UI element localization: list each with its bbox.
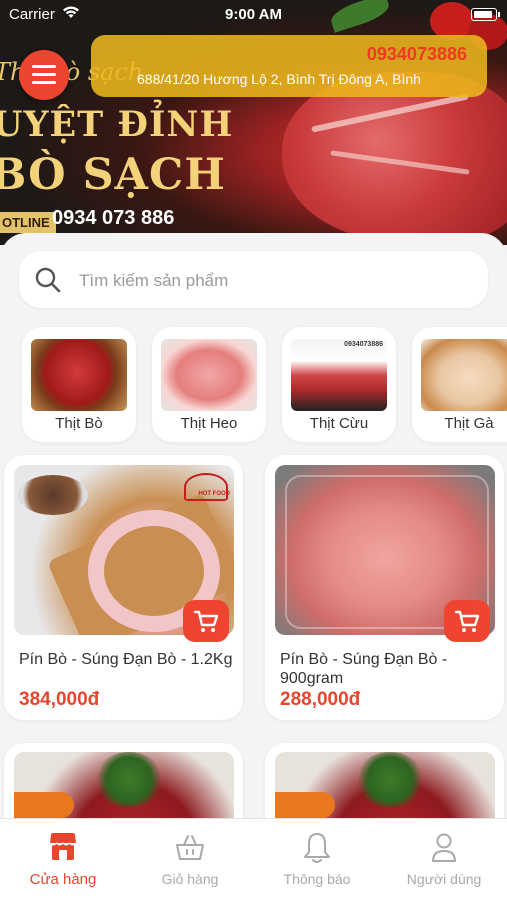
cart-icon xyxy=(193,610,219,632)
store-icon xyxy=(49,833,77,860)
search-icon xyxy=(35,267,61,293)
banner-hotline-tag: OTLINE xyxy=(0,212,56,233)
category-label: Thịt Heo xyxy=(180,415,238,432)
product-card[interactable]: Pín Bò - Súng Đạn Bò - 900gram 288,000đ xyxy=(265,455,504,720)
search-input[interactable] xyxy=(77,265,471,297)
category-thit-ga[interactable]: Thịt Gà xyxy=(412,327,507,442)
category-image xyxy=(161,339,257,411)
category-thit-bo[interactable]: Thịt Bò xyxy=(22,327,136,442)
category-label: Thịt Bò xyxy=(55,415,103,432)
store-phone[interactable]: 0934073886 xyxy=(367,44,467,65)
clock: 9:00 AM xyxy=(225,6,282,23)
basket-icon xyxy=(176,835,204,860)
menu-button[interactable] xyxy=(19,50,69,100)
user-icon xyxy=(432,833,456,862)
battery-icon xyxy=(471,8,500,21)
tab-label: Cửa hàng xyxy=(29,871,97,888)
bell-icon xyxy=(304,833,330,863)
category-image xyxy=(31,339,127,411)
tab-cart[interactable]: Giỏ hàng xyxy=(127,819,253,901)
add-to-cart-button[interactable] xyxy=(183,600,229,642)
category-image: 0934073886 xyxy=(291,339,387,411)
product-name: Pín Bò - Súng Đạn Bò - 1.2Kg xyxy=(19,651,233,668)
store-address: 688/41/20 Hương Lộ 2, Bình Trị Đông A, B… xyxy=(137,71,421,87)
main-content: Thịt Bò Thịt Heo 0934073886 Thịt Cừu Thị… xyxy=(0,233,507,833)
product-price: 288,000đ xyxy=(280,689,361,710)
tab-label: Giỏ hàng xyxy=(161,871,219,887)
category-label: Thịt Cừu xyxy=(309,415,369,432)
banner-headline-1: UYỆT ĐỈNH xyxy=(0,104,234,145)
category-thit-heo[interactable]: Thịt Heo xyxy=(152,327,266,442)
product-image-text: HOT FOOD xyxy=(198,491,230,497)
banner-headline-2: BÒ SẠCH xyxy=(0,150,226,200)
search-bar[interactable] xyxy=(19,251,488,308)
add-to-cart-button[interactable] xyxy=(444,600,490,642)
cart-icon xyxy=(454,610,480,632)
product-price: 384,000đ xyxy=(19,689,100,710)
product-name: Pín Bò - Súng Đạn Bò - 900gram xyxy=(280,651,448,687)
tab-notifications[interactable]: Thông báo xyxy=(254,819,380,901)
tab-user[interactable]: Người dùng xyxy=(381,819,507,901)
tab-label: Người dùng xyxy=(406,871,482,887)
tab-store[interactable]: Cửa hàng xyxy=(0,819,126,901)
category-image-text: 0934073886 xyxy=(344,341,383,348)
category-label: Thịt Gà xyxy=(444,415,494,432)
hamburger-icon xyxy=(32,65,56,68)
category-thit-cuu[interactable]: 0934073886 Thịt Cừu xyxy=(282,327,396,442)
banner-hotline-number: 0934 073 886 xyxy=(52,207,175,229)
category-image xyxy=(421,339,507,411)
banner-beef-image xyxy=(282,72,507,242)
store-info-pill[interactable]: 0934073886 688/41/20 Hương Lộ 2, Bình Tr… xyxy=(91,35,487,97)
bottom-tab-bar: Cửa hàng Giỏ hàng Thông báo Người dùng xyxy=(0,818,507,901)
status-bar: Carrier 9:00 AM xyxy=(0,0,507,28)
tab-label: Thông báo xyxy=(283,871,351,887)
product-card[interactable]: HOT FOOD Pín Bò - Súng Đạn Bò - 1.2Kg 38… xyxy=(4,455,243,720)
